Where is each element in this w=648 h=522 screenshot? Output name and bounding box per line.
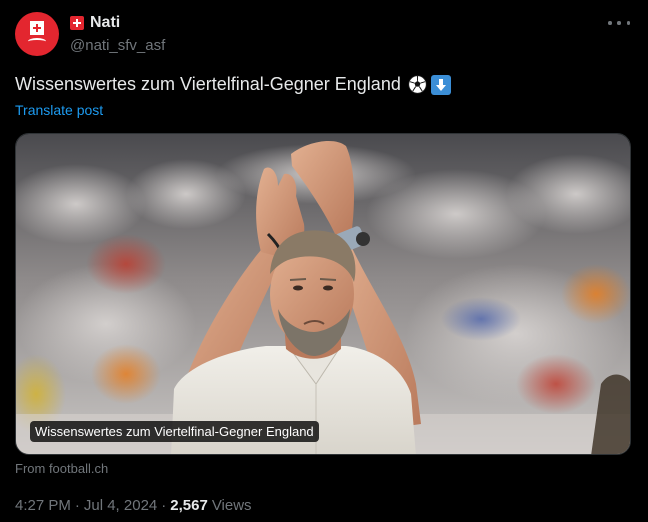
soccer-ball-icon	[408, 75, 427, 94]
more-dot	[608, 21, 612, 25]
more-options-icon[interactable]	[608, 14, 630, 32]
post-text-content: Wissenswertes zum Viertelfinal-Gegner En…	[15, 74, 401, 94]
translate-post-link[interactable]: Translate post	[15, 102, 103, 118]
logo-mark	[28, 38, 46, 45]
swiss-cross-icon	[30, 21, 44, 35]
meta-separator: ·	[161, 497, 167, 514]
card-caption: Wissenswertes zum Viertelfinal-Gegner En…	[30, 421, 319, 442]
avatar[interactable]	[15, 12, 59, 56]
author-handle[interactable]: @nati_sfv_asf	[70, 37, 165, 54]
views-count: 2,567	[170, 497, 208, 514]
swiss-flag-icon	[70, 16, 84, 30]
card-source[interactable]: From football.ch	[15, 461, 108, 476]
photo-coach-applauding	[16, 134, 630, 454]
author-name-row[interactable]: Nati	[70, 14, 120, 32]
link-card-media[interactable]: Wissenswertes zum Viertelfinal-Gegner En…	[15, 133, 631, 455]
more-dot	[626, 21, 630, 25]
post-date[interactable]: Jul 4, 2024	[84, 497, 157, 514]
post-time[interactable]: 4:27 PM	[15, 497, 71, 514]
post-text: Wissenswertes zum Viertelfinal-Gegner En…	[15, 74, 451, 95]
down-arrow-icon	[430, 74, 451, 95]
more-dot	[617, 21, 621, 25]
post-meta: 4:27 PM · Jul 4, 2024 · 2,567 Views	[15, 497, 252, 514]
author-display-name[interactable]: Nati	[90, 14, 120, 32]
views-label: Views	[211, 497, 252, 514]
meta-separator: ·	[74, 497, 80, 514]
